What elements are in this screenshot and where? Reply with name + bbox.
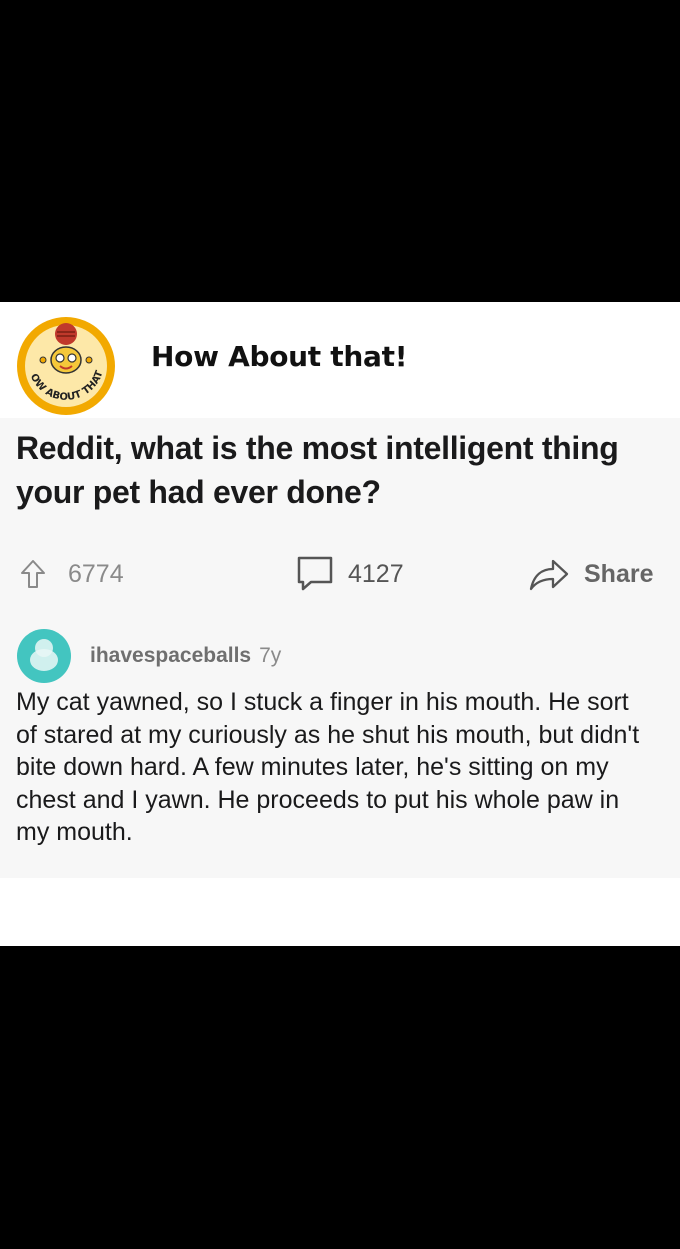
comment-header: ihavespaceballs 7y xyxy=(16,628,281,684)
share-button[interactable]: Share xyxy=(528,552,653,596)
comment-body: My cat yawned, so I stuck a finger in hi… xyxy=(16,688,640,846)
brand-logo: HOW ABOUT THAT! xyxy=(12,308,116,416)
brand-name: How About that! xyxy=(151,340,408,373)
comment-bubble-icon xyxy=(296,555,334,593)
bottom-black-bar xyxy=(0,946,680,1249)
share-arrow-icon xyxy=(528,556,570,592)
share-label: Share xyxy=(584,559,654,588)
comment-username[interactable]: ihavespaceballs xyxy=(90,644,251,668)
post-title: Reddit, what is the most intelligent thi… xyxy=(16,430,619,510)
comments-button[interactable]: 4127 xyxy=(296,552,404,596)
upvote-button[interactable]: 6774 xyxy=(20,552,124,596)
upvote-arrow-icon xyxy=(20,559,46,589)
top-black-bar xyxy=(0,0,680,302)
upvote-count: 6774 xyxy=(68,559,124,588)
reddit-post-screenshot: Reddit, what is the most intelligent thi… xyxy=(0,418,680,878)
comment-count: 4127 xyxy=(348,559,404,588)
post-card: HOW ABOUT THAT! How About that! Reddit, … xyxy=(0,302,680,946)
comment-age: 7y xyxy=(259,644,282,667)
user-avatar-icon[interactable] xyxy=(16,628,72,684)
